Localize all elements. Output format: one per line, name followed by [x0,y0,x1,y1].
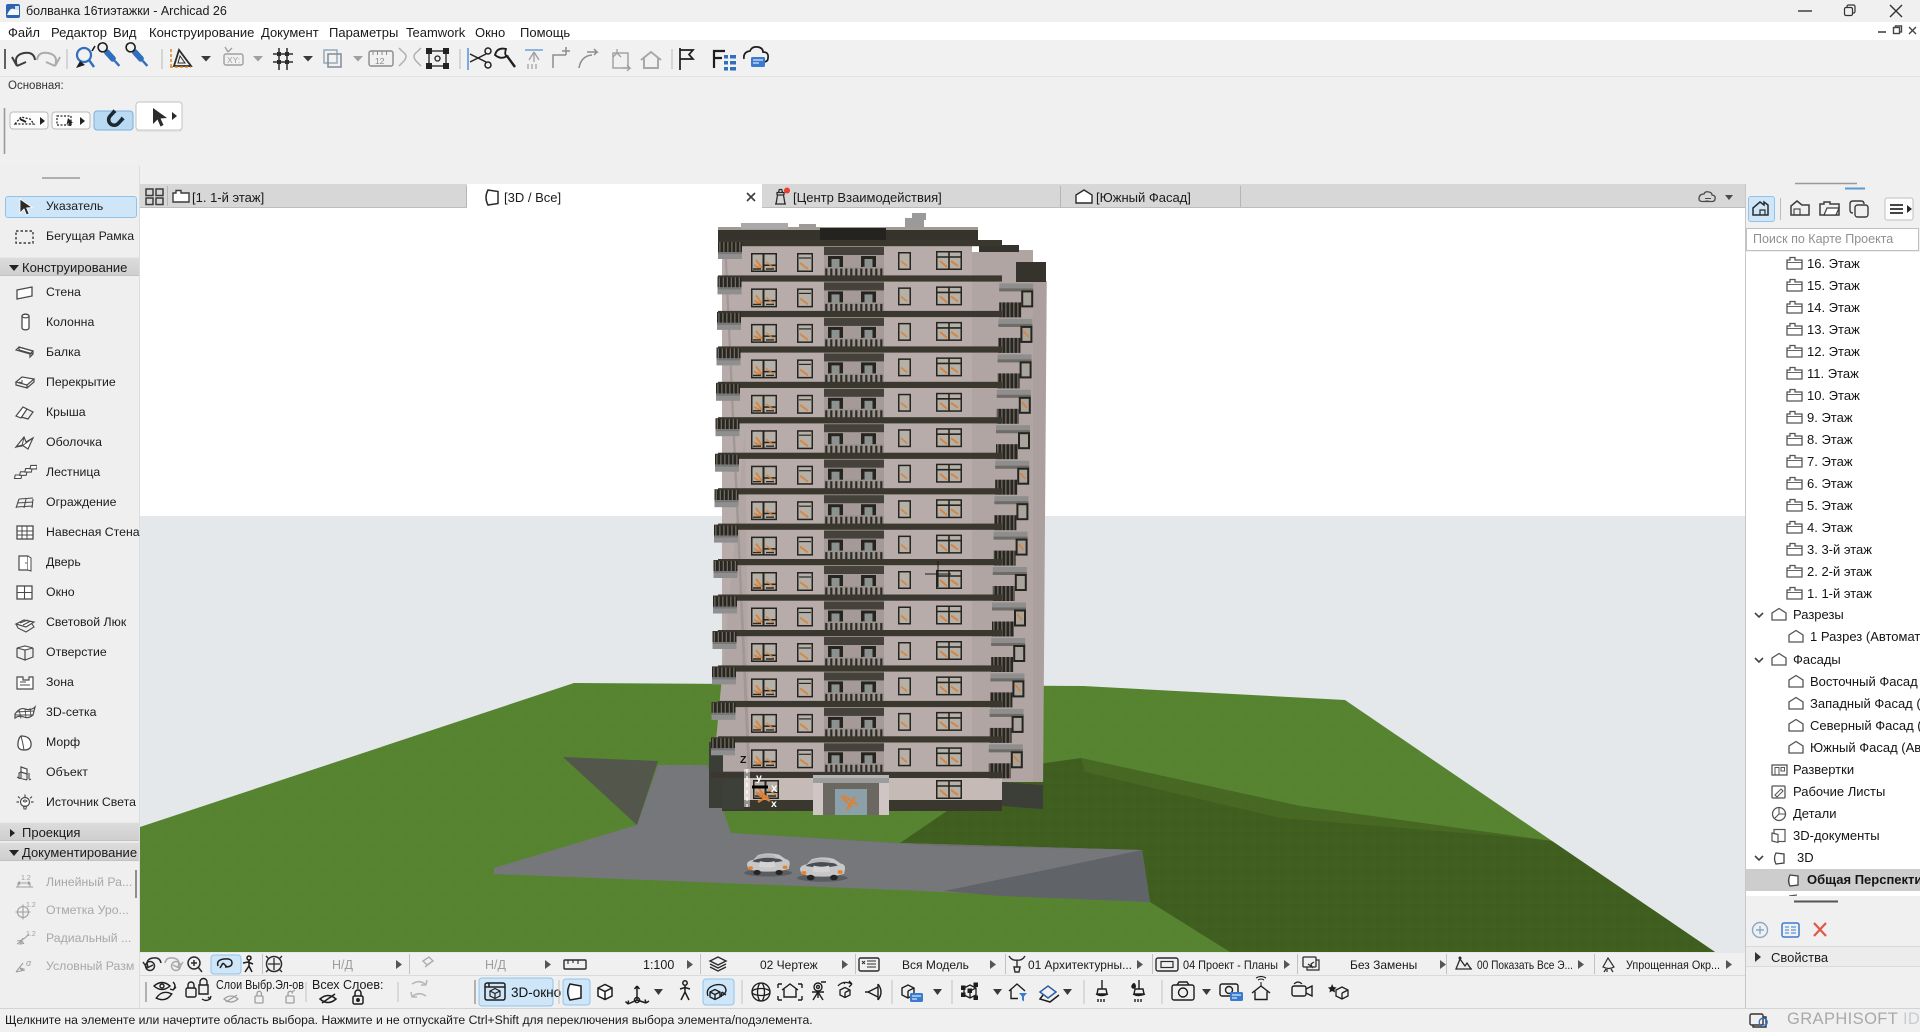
svg-text:Н/Д: Н/Д [485,958,507,972]
svg-text:1.2: 1.2 [26,902,36,909]
svg-text:02 Чертеж: 02 Чертеж [760,958,818,972]
svg-text:3D-окно: 3D-окно [511,985,561,1000]
svg-text:12: 12 [375,56,385,66]
svg-text:Вся Модель: Вся Модель [902,958,969,972]
svg-text:Без Замены: Без Замены [1350,958,1417,972]
svg-text:Слои Выбр.Эл-ов: Слои Выбр.Эл-ов [216,978,304,992]
svg-text:01 Архитектурны...: 01 Архитектурны... [1028,958,1132,972]
svg-text:1:100: 1:100 [643,958,674,972]
svg-text:XY:: XY: [227,55,240,65]
svg-text:x: x [771,798,777,810]
svg-text:y: y [756,772,762,784]
svg-text:Всех Слоев:: Всех Слоев: [312,978,383,992]
svg-text:Z: Z [740,754,747,766]
svg-text:00 Показать Все Э...: 00 Показать Все Э... [1477,958,1573,972]
svg-text:Упрощенная Окр...: Упрощенная Окр... [1626,958,1720,972]
svg-text:α: α [26,958,32,968]
svg-text:X: X [771,784,778,795]
svg-text:1.2: 1.2 [26,931,36,938]
svg-text:04 Проект - Планы: 04 Проект - Планы [1183,958,1278,972]
svg-text:Н/Д: Н/Д [332,958,354,972]
svg-text:1.2: 1.2 [21,875,31,882]
